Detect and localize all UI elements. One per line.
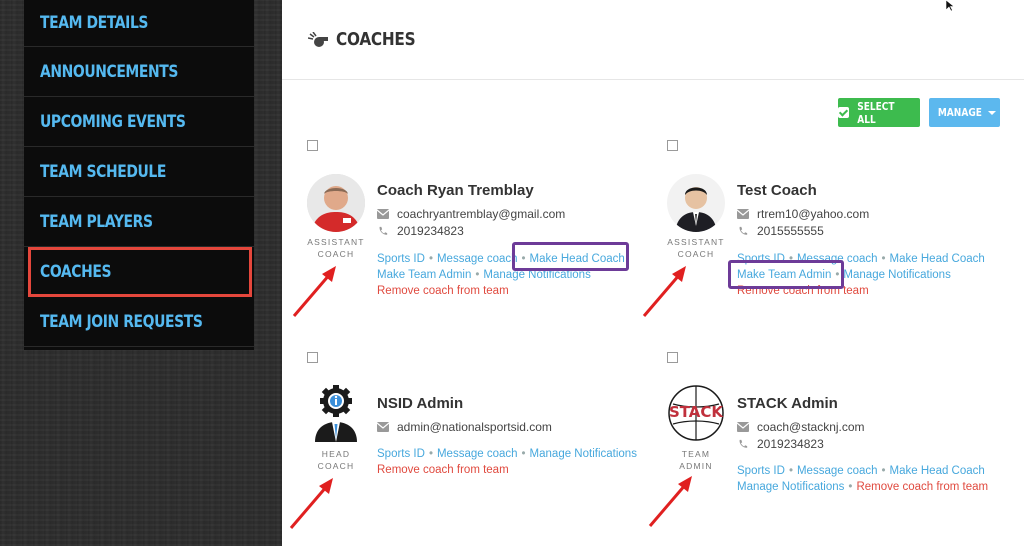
highlight-box	[512, 242, 629, 271]
coach-photo	[307, 174, 365, 232]
remove-coach-link[interactable]: Remove coach from team	[377, 285, 509, 297]
role-label: TEAM ADMIN	[679, 449, 713, 471]
phone-icon	[379, 226, 388, 235]
caret-down-icon	[988, 110, 997, 115]
envelope-icon	[377, 209, 389, 219]
sports-id-link[interactable]: Sports ID	[377, 448, 425, 460]
make-head-coach-link[interactable]: Make Head Coach	[890, 465, 985, 477]
make-head-coach-link[interactable]: Make Head Coach	[890, 253, 985, 265]
coach-name: STACK Admin	[737, 395, 838, 412]
head-coach-logo	[315, 385, 357, 442]
message-coach-link[interactable]: Message coach	[797, 465, 878, 477]
manage-notifications-link[interactable]: Manage Notifications	[530, 448, 637, 460]
stack-logo: STACK	[668, 385, 724, 441]
avatar	[307, 174, 365, 232]
remove-coach-link[interactable]: Remove coach from team	[377, 464, 509, 476]
page-title: COACHES	[336, 29, 416, 50]
sports-id-link[interactable]: Sports ID	[377, 253, 425, 265]
manage-notifications-link[interactable]: Manage Notifications	[843, 269, 950, 281]
annotation-arrow-icon	[292, 266, 336, 317]
sidebar-item-coaches[interactable]: COACHES	[28, 247, 252, 297]
avatar	[307, 384, 365, 442]
message-coach-link[interactable]: Message coach	[437, 448, 518, 460]
message-coach-link[interactable]: Message coach	[437, 253, 518, 265]
sidebar-nav: TEAM DETAILS ANNOUNCEMENTS UPCOMING EVEN…	[24, 0, 254, 350]
coach-name: NSID Admin	[377, 395, 464, 412]
sidebar-item-team-players[interactable]: TEAM PLAYERS	[24, 197, 254, 247]
role-label: ASSISTANT COACH	[307, 237, 365, 259]
sports-id-link[interactable]: Sports ID	[737, 465, 785, 477]
envelope-icon	[737, 209, 749, 219]
coach-name: Test Coach	[737, 182, 817, 199]
sidebar-item-team-details[interactable]: TEAM DETAILS	[24, 0, 254, 47]
coach-actions: Sports ID • Message coach • Manage Notificat…	[377, 448, 637, 476]
check-square-icon	[838, 107, 849, 118]
avatar	[667, 174, 725, 232]
page-header: COACHES	[282, 0, 1024, 80]
annotation-arrow-icon	[289, 478, 333, 529]
whistle-icon	[308, 31, 328, 47]
make-team-admin-link[interactable]: Make Team Admin	[377, 269, 471, 281]
coach-email: coach@stacknj.com	[737, 420, 865, 434]
annotation-arrow-icon	[642, 266, 686, 317]
coach-select-checkbox[interactable]	[307, 352, 318, 363]
phone-icon	[739, 439, 748, 448]
svg-text:STACK: STACK	[669, 403, 724, 421]
remove-coach-link[interactable]: Remove coach from team	[856, 481, 988, 493]
role-label: HEAD COACH	[317, 449, 355, 471]
sidebar-item-upcoming-events[interactable]: UPCOMING EVENTS	[24, 97, 254, 147]
highlight-box	[728, 260, 844, 289]
phone-icon	[739, 226, 748, 235]
coach-email: rtrem10@yahoo.com	[737, 207, 869, 221]
coach-select-checkbox[interactable]	[307, 140, 318, 151]
coach-select-checkbox[interactable]	[667, 352, 678, 363]
coach-phone: 2019234823	[737, 437, 824, 451]
avatar: STACK	[667, 384, 725, 442]
coach-name: Coach Ryan Tremblay	[377, 182, 534, 199]
coach-email: coachryantremblay@gmail.com	[377, 207, 565, 221]
role-label: ASSISTANT COACH	[667, 237, 725, 259]
coach-actions: Sports ID • Message coach • Make Head Coach …	[737, 465, 989, 493]
manage-dropdown-button[interactable]: MANAGE	[929, 98, 1000, 127]
envelope-icon	[737, 422, 749, 432]
coach-phone: 2015555555	[737, 224, 824, 238]
select-all-button[interactable]: SELECT ALL	[838, 98, 920, 127]
envelope-icon	[377, 422, 389, 432]
manage-notifications-link[interactable]: Manage Notifications	[737, 481, 844, 493]
coach-email: admin@nationalsportsid.com	[377, 420, 552, 434]
annotation-arrow-icon	[648, 476, 692, 527]
coach-select-checkbox[interactable]	[667, 140, 678, 151]
sidebar-item-team-join-requests[interactable]: TEAM JOIN REQUESTS	[24, 297, 254, 347]
coach-phone: 2019234823	[377, 224, 464, 238]
mouse-cursor-icon	[945, 0, 955, 12]
sidebar-item-announcements[interactable]: ANNOUNCEMENTS	[24, 47, 254, 97]
sidebar-item-team-schedule[interactable]: TEAM SCHEDULE	[24, 147, 254, 197]
coach-photo	[667, 174, 725, 232]
